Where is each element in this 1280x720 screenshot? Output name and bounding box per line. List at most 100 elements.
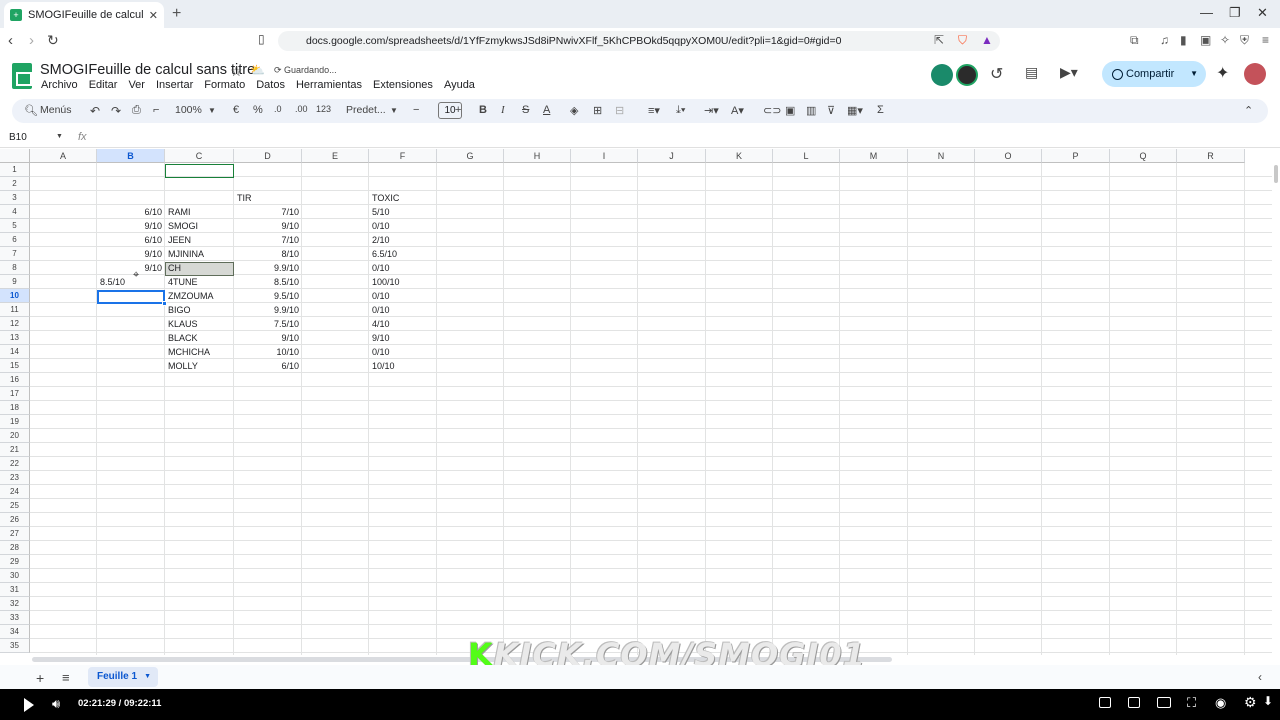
- vertical-scroll-thumb[interactable]: [1274, 165, 1278, 183]
- brave-rewards-icon[interactable]: ▲: [981, 33, 993, 47]
- column-header-q[interactable]: Q: [1110, 149, 1177, 163]
- row-header-10[interactable]: 10: [0, 289, 30, 303]
- document-title[interactable]: SMOGIFeuille de calcul sans titre: [40, 62, 255, 78]
- insert-chart-icon[interactable]: ▥: [806, 104, 816, 117]
- font-size-increase-icon[interactable]: +: [455, 104, 461, 116]
- menu-ayuda[interactable]: Ayuda: [444, 79, 475, 91]
- row-header-5[interactable]: 5: [0, 219, 30, 233]
- user-avatar[interactable]: [1244, 63, 1266, 85]
- add-sheet-icon[interactable]: +: [36, 670, 44, 686]
- cell-f8[interactable]: 0/10: [369, 261, 437, 275]
- row-header-6[interactable]: 6: [0, 233, 30, 247]
- merge-cells-icon[interactable]: ⊟: [615, 104, 624, 117]
- row-header-27[interactable]: 27: [0, 527, 30, 541]
- vpn-icon[interactable]: ⛨: [1240, 33, 1249, 48]
- row-header-29[interactable]: 29: [0, 555, 30, 569]
- leo-icon[interactable]: ✧: [1220, 33, 1230, 47]
- cell-f13[interactable]: 9/10: [369, 331, 437, 345]
- cell-d5[interactable]: 9/10: [234, 219, 302, 233]
- cell-f3[interactable]: TOXIC: [369, 191, 437, 205]
- column-header-p[interactable]: P: [1042, 149, 1110, 163]
- cell-f6[interactable]: 2/10: [369, 233, 437, 247]
- cell-f7[interactable]: 6.5/10: [369, 247, 437, 261]
- menu-ver[interactable]: Ver: [128, 79, 145, 91]
- insert-link-icon[interactable]: ⊂⊃: [763, 104, 781, 117]
- column-header-a[interactable]: A: [30, 149, 97, 163]
- cell-c9[interactable]: 4TUNE: [165, 275, 234, 289]
- borders-icon[interactable]: ⊞: [593, 104, 602, 117]
- percent-format[interactable]: %: [253, 104, 263, 116]
- comment-icon[interactable]: ▤: [1025, 64, 1038, 81]
- cell-c11[interactable]: BIGO: [165, 303, 234, 317]
- theater-icon[interactable]: [1157, 697, 1171, 708]
- cell-f5[interactable]: 0/10: [369, 219, 437, 233]
- column-header-g[interactable]: G: [437, 149, 504, 163]
- menu-insertar[interactable]: Insertar: [156, 79, 193, 91]
- undo-icon[interactable]: ↶: [90, 104, 100, 118]
- wallet-icon[interactable]: ▣: [1200, 33, 1211, 47]
- pip-icon[interactable]: [1128, 697, 1140, 708]
- share-button[interactable]: Compartir ▼: [1102, 61, 1206, 87]
- menu-icon[interactable]: ≡: [1262, 33, 1269, 47]
- column-header-l[interactable]: L: [773, 149, 840, 163]
- functions-icon[interactable]: Σ: [877, 104, 884, 116]
- active-cell-selection[interactable]: [97, 290, 165, 304]
- cell-d11[interactable]: 9.9/10: [234, 303, 302, 317]
- align-horizontal-icon[interactable]: ≡▾: [648, 104, 660, 117]
- row-header-19[interactable]: 19: [0, 415, 30, 429]
- row-header-24[interactable]: 24: [0, 485, 30, 499]
- cell-c12[interactable]: KLAUS: [165, 317, 234, 331]
- menus-search[interactable]: Menús: [40, 104, 72, 116]
- column-header-o[interactable]: O: [975, 149, 1042, 163]
- new-tab-icon[interactable]: +: [172, 5, 181, 23]
- collaborator-avatar[interactable]: [931, 64, 953, 86]
- text-wrap-icon[interactable]: ⇥▾: [704, 104, 719, 117]
- column-header-c[interactable]: C: [165, 149, 234, 163]
- explore-chevron-icon[interactable]: ‹: [1258, 670, 1262, 684]
- strikethrough-icon[interactable]: S: [522, 104, 529, 116]
- cell-c4[interactable]: RAMI: [165, 205, 234, 219]
- row-header-26[interactable]: 26: [0, 513, 30, 527]
- close-tab-icon[interactable]: ✕: [149, 9, 158, 22]
- font-select[interactable]: Predet...: [346, 104, 386, 116]
- column-header-j[interactable]: J: [638, 149, 706, 163]
- row-header-33[interactable]: 33: [0, 611, 30, 625]
- fill-color-icon[interactable]: ◈: [570, 104, 578, 117]
- row-header-17[interactable]: 17: [0, 387, 30, 401]
- volume-icon[interactable]: 🔊︎: [52, 696, 60, 712]
- zoom-chevron-icon[interactable]: ▼: [208, 106, 216, 115]
- cell-b7[interactable]: 9/10: [97, 247, 165, 261]
- row-header-15[interactable]: 15: [0, 359, 30, 373]
- row-header-9[interactable]: 9: [0, 275, 30, 289]
- row-header-35[interactable]: 35: [0, 639, 30, 653]
- text-color-icon[interactable]: A: [543, 104, 550, 116]
- cell-d12[interactable]: 7.5/10: [234, 317, 302, 331]
- text-rotation-icon[interactable]: A▾: [731, 104, 744, 117]
- column-header-i[interactable]: I: [571, 149, 638, 163]
- row-header-22[interactable]: 22: [0, 457, 30, 471]
- name-box[interactable]: B10: [9, 132, 27, 143]
- zoom-select[interactable]: 100%: [175, 104, 202, 116]
- fill-handle[interactable]: [162, 301, 167, 306]
- cell-c8[interactable]: CH: [165, 261, 234, 275]
- column-header-r[interactable]: R: [1177, 149, 1245, 163]
- column-header-m[interactable]: M: [840, 149, 908, 163]
- currency-format[interactable]: €: [233, 104, 239, 116]
- move-icon[interactable]: ⛅: [250, 63, 265, 77]
- cell-d10[interactable]: 9.5/10: [234, 289, 302, 303]
- cell-d6[interactable]: 7/10: [234, 233, 302, 247]
- miniplayer-icon[interactable]: [1099, 697, 1111, 708]
- minimize-icon[interactable]: —: [1200, 5, 1213, 20]
- reload-icon[interactable]: ↻: [47, 32, 59, 49]
- italic-icon[interactable]: I: [501, 104, 505, 116]
- maximize-icon[interactable]: ❐: [1229, 5, 1241, 21]
- cell-d8[interactable]: 9.9/10: [234, 261, 302, 275]
- column-header-d[interactable]: D: [234, 149, 302, 163]
- spreadsheet-grid[interactable]: ABCDEFGHIJKLMNOPQR 1 2 3 4 5 6 7 8 9 10 11 12 13 14 15…: [0, 149, 1272, 655]
- number-format[interactable]: 123: [316, 104, 331, 114]
- brave-shield-icon[interactable]: ⛉: [958, 33, 967, 48]
- row-header-32[interactable]: 32: [0, 597, 30, 611]
- gemini-icon[interactable]: ✦: [1216, 63, 1229, 83]
- row-header-3[interactable]: 3: [0, 191, 30, 205]
- filter-views-icon[interactable]: ▦▾: [847, 104, 863, 117]
